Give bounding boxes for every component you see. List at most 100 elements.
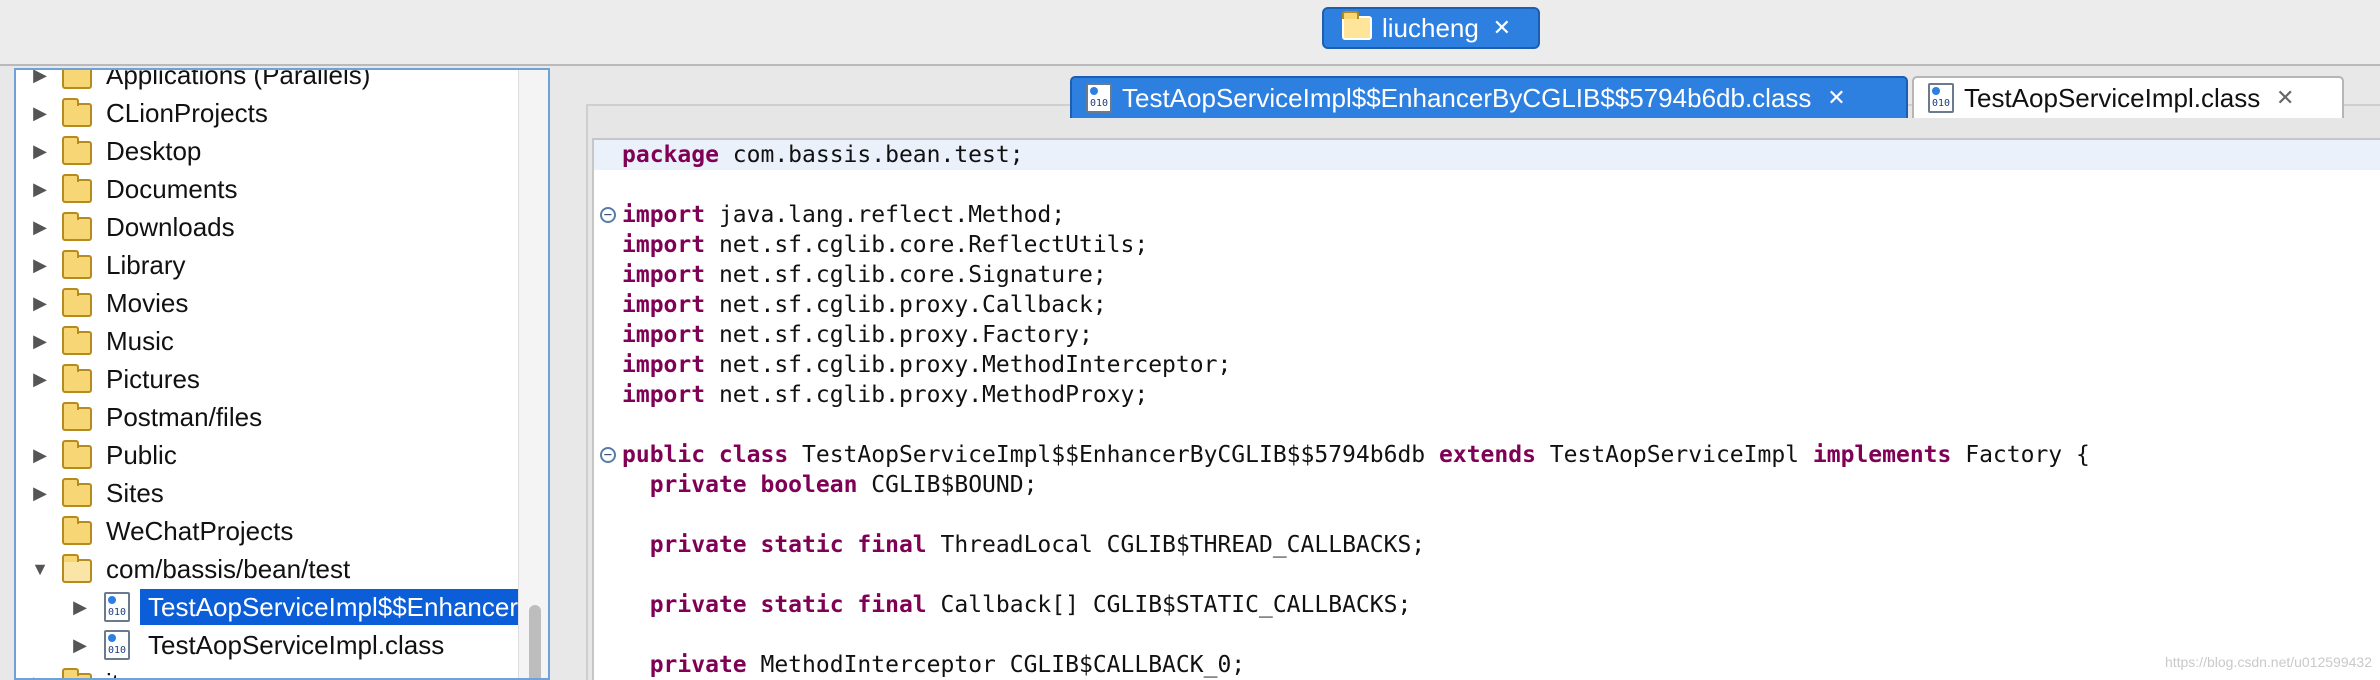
- code-token: net.sf.cglib.proxy.Factory;: [705, 322, 1093, 348]
- tree-item[interactable]: ▶ Desktop: [16, 132, 516, 170]
- folder-icon: [62, 98, 92, 127]
- close-icon[interactable]: ✕: [1491, 17, 1513, 39]
- code-line[interactable]: private boolean CGLIB$BOUND;: [594, 470, 2380, 500]
- code-line[interactable]: import net.sf.cglib.core.Signature;: [594, 260, 2380, 290]
- expand-arrow-icon[interactable]: ▶: [30, 70, 50, 85]
- code-text: private static final Callback[] CGLIB$ST…: [622, 590, 1412, 620]
- tab-liucheng[interactable]: liucheng ✕: [1322, 7, 1540, 49]
- code-line[interactable]: [594, 410, 2380, 440]
- expand-arrow-icon[interactable]: ▶: [30, 369, 50, 389]
- tree-item[interactable]: ▶ CLionProjects: [16, 94, 516, 132]
- tree-item-label: com/bassis/bean/test: [106, 553, 351, 584]
- expand-arrow-icon[interactable]: ▶: [30, 217, 50, 237]
- expand-arrow-icon[interactable]: ▶: [30, 483, 50, 503]
- tab-testaopserviceimpl-class[interactable]: 010 TestAopServiceImpl.class ✕: [1912, 76, 2344, 118]
- tree-item[interactable]: ▶ 010 TestAopServiceImpl$$EnhancerByCGLIB$…: [16, 588, 548, 626]
- folder-icon: [62, 288, 92, 317]
- tree-item[interactable]: ▶ Public: [16, 436, 516, 474]
- tree-item[interactable]: ▼ com/bassis/bean/test: [16, 550, 516, 588]
- code-token: net.sf.cglib.proxy.Callback;: [705, 292, 1107, 318]
- tree-item[interactable]: ▶ Downloads: [16, 208, 516, 246]
- code-line[interactable]: import net.sf.cglib.proxy.Factory;: [594, 320, 2380, 350]
- code-line[interactable]: − import java.lang.reflect.Method;: [594, 200, 2380, 230]
- tree-item[interactable]: ▶ Sites: [16, 474, 516, 512]
- tree-item[interactable]: ▶ Music: [16, 322, 516, 360]
- folder-icon: [1342, 11, 1372, 40]
- code-token: ThreadLocal CGLIB$THREAD_CALLBACKS;: [926, 532, 1426, 558]
- expand-arrow-icon[interactable]: ▶: [70, 635, 90, 655]
- tree-item[interactable]: Postman/files: [16, 398, 516, 436]
- tab-label: TestAopServiceImpl.class: [1964, 82, 2261, 113]
- tree-item[interactable]: ▶ Documents: [16, 170, 516, 208]
- tree-item-label: WeChatProjects: [106, 515, 294, 546]
- code-line[interactable]: import net.sf.cglib.core.ReflectUtils;: [594, 230, 2380, 260]
- class-file-icon: 010: [1086, 83, 1112, 113]
- code-line[interactable]: [594, 560, 2380, 590]
- code-line[interactable]: import net.sf.cglib.proxy.MethodProxy;: [594, 380, 2380, 410]
- folder-icon: [62, 70, 92, 89]
- folder-icon: [62, 250, 92, 279]
- fold-toggle-icon[interactable]: −: [600, 447, 616, 463]
- code-token: Factory {: [1951, 442, 2090, 468]
- code-line[interactable]: [594, 620, 2380, 650]
- sidebar-scrollbar[interactable]: [518, 70, 548, 678]
- expand-arrow-icon[interactable]: ▶: [30, 255, 50, 275]
- code-text: import net.sf.cglib.proxy.Factory;: [622, 320, 1093, 350]
- code-line[interactable]: − public class TestAopServiceImpl$$Enhanc…: [594, 440, 2380, 470]
- code-line[interactable]: private static final Callback[] CGLIB$ST…: [594, 590, 2380, 620]
- code-line[interactable]: private MethodInterceptor CGLIB$CALLBACK…: [594, 650, 2380, 680]
- tab-enhancer-class[interactable]: 010 TestAopServiceImpl$$EnhancerByCGLIB$…: [1070, 76, 1908, 118]
- expand-arrow-icon[interactable]: ▶: [30, 179, 50, 199]
- expand-arrow-icon[interactable]: ▶: [30, 673, 50, 679]
- scrollbar-thumb[interactable]: [529, 605, 541, 678]
- tree-item-label: Pictures: [106, 363, 200, 394]
- tree-item-label: Desktop: [106, 135, 202, 166]
- folder-icon: [62, 516, 92, 545]
- expand-arrow-icon[interactable]: ▶: [30, 293, 50, 313]
- code-keyword: import: [622, 382, 706, 408]
- tree-item[interactable]: ▶ Applications (Parallels): [16, 70, 516, 94]
- code-token: net.sf.cglib.core.ReflectUtils;: [705, 232, 1149, 258]
- tree-item-label: Sites: [106, 477, 164, 508]
- code-line[interactable]: [594, 500, 2380, 530]
- code-line[interactable]: private static final ThreadLocal CGLIB$T…: [594, 530, 2380, 560]
- close-icon[interactable]: ✕: [1825, 87, 1847, 109]
- code-token: MethodInterceptor CGLIB$CALLBACK_0;: [746, 652, 1246, 678]
- code-keyword: import: [622, 262, 706, 288]
- code-keyword: public class: [622, 442, 789, 468]
- code-line[interactable]: import net.sf.cglib.proxy.MethodIntercep…: [594, 350, 2380, 380]
- code-line[interactable]: import net.sf.cglib.proxy.Callback;: [594, 290, 2380, 320]
- watermark: https://blog.csdn.net/u012599432: [2164, 654, 2372, 670]
- folder-icon: [62, 364, 92, 393]
- code-token: TestAopServiceImpl$$EnhancerByCGLIB$$579…: [788, 442, 1439, 468]
- tree-item[interactable]: ▶ it: [16, 664, 516, 679]
- code-token: CGLIB$BOUND;: [857, 472, 1038, 498]
- expand-arrow-icon[interactable]: ▶: [30, 141, 50, 161]
- tree-item-label: TestAopServiceImpl.class: [148, 629, 445, 660]
- tree-item-label: TestAopServiceImpl$$EnhancerByCGLIB$$579…: [140, 589, 548, 625]
- expanded-arrow-icon[interactable]: ▼: [30, 559, 50, 579]
- expand-arrow-icon[interactable]: ▶: [70, 597, 90, 617]
- code-editor[interactable]: package com.bassis.bean.test; − import jav…: [592, 138, 2380, 680]
- tree-item-label: Postman/files: [106, 401, 263, 432]
- code-text: import java.lang.reflect.Method;: [622, 200, 1065, 230]
- expand-arrow-icon[interactable]: ▶: [30, 103, 50, 123]
- tree-item[interactable]: WeChatProjects: [16, 512, 516, 550]
- tree-item[interactable]: ▶ Library: [16, 246, 516, 284]
- code-text: import net.sf.cglib.core.ReflectUtils;: [622, 230, 1148, 260]
- expand-arrow-icon[interactable]: ▶: [30, 445, 50, 465]
- tree-item[interactable]: ▶ Pictures: [16, 360, 516, 398]
- code-keyword: implements: [1812, 442, 1952, 468]
- fold-toggle-icon[interactable]: −: [600, 207, 616, 223]
- code-line[interactable]: [594, 170, 2380, 200]
- close-icon[interactable]: ✕: [2274, 87, 2296, 109]
- code-token: TestAopServiceImpl: [1535, 442, 1813, 468]
- tree-item[interactable]: ▶ Movies: [16, 284, 516, 322]
- open-folder-icon: [62, 554, 92, 583]
- expand-arrow-icon[interactable]: ▶: [30, 331, 50, 351]
- tree-item[interactable]: ▶ 010 TestAopServiceImpl.class: [16, 626, 516, 664]
- code-line[interactable]: package com.bassis.bean.test;: [594, 140, 2380, 170]
- tree-item-label: Library: [106, 249, 186, 280]
